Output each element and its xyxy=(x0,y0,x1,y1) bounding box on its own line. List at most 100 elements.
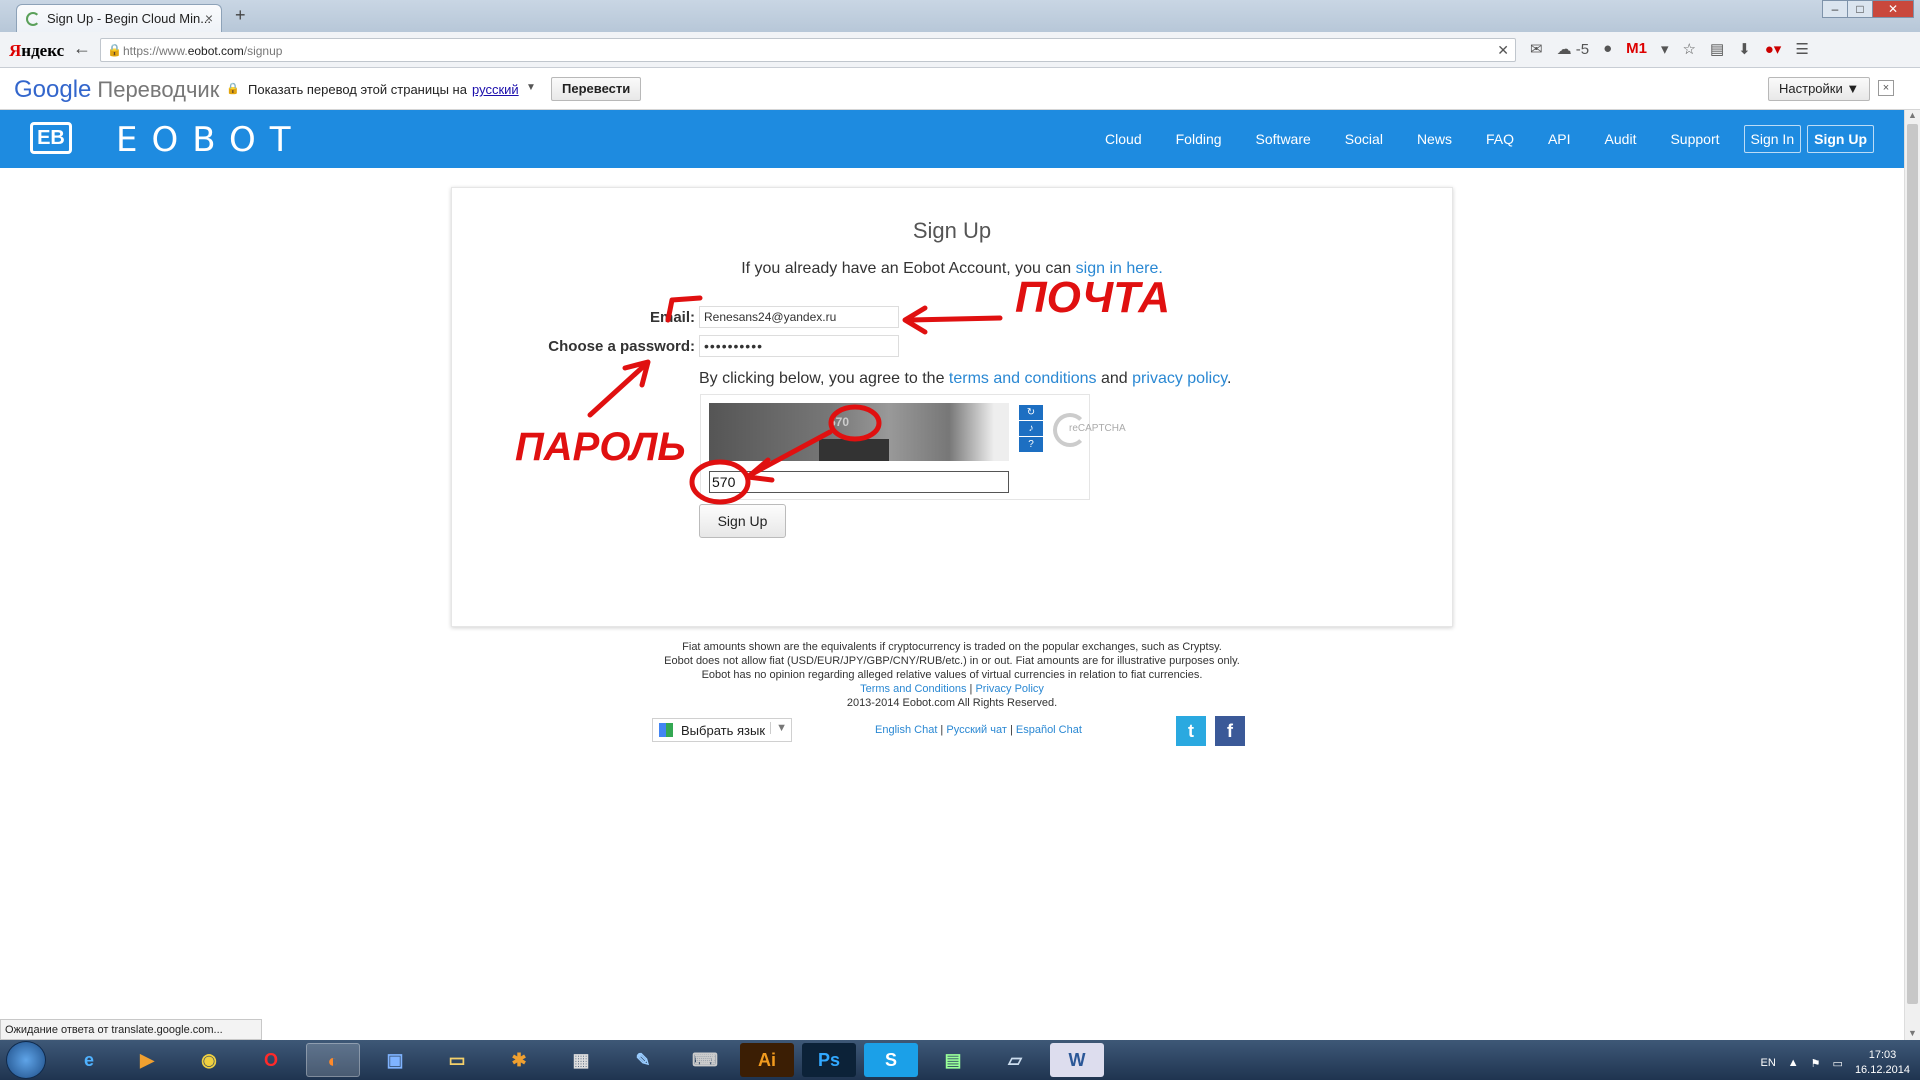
nav-links: Cloud Folding Software Social News FAQ A… xyxy=(1071,125,1874,153)
eobot-logo-text[interactable]: EOBOT xyxy=(116,120,305,160)
nav-support[interactable]: Support xyxy=(1670,131,1719,147)
tool-icon[interactable]: ✱ xyxy=(492,1043,546,1077)
help-icon[interactable]: ? xyxy=(1019,437,1043,452)
minimize-button[interactable]: – xyxy=(1822,0,1848,18)
password-field[interactable] xyxy=(699,335,899,357)
privacy-link[interactable]: privacy policy xyxy=(1132,370,1227,387)
twitter-icon[interactable]: t xyxy=(1176,716,1206,746)
flag-icon[interactable]: ⚑ xyxy=(1811,1057,1821,1070)
spanish-chat-link[interactable]: Español Chat xyxy=(1016,724,1082,736)
nav-sign-in[interactable]: Sign In xyxy=(1743,125,1802,153)
signin-link[interactable]: sign in here. xyxy=(1076,260,1163,277)
notes-icon[interactable]: ▱ xyxy=(988,1043,1042,1077)
yandex-logo-black: ндекс xyxy=(21,41,65,60)
vertical-scrollbar[interactable]: ▲ ▼ xyxy=(1904,110,1920,1040)
english-chat-link[interactable]: English Chat xyxy=(875,724,937,736)
translate-button[interactable]: Перевести xyxy=(551,77,642,101)
language-indicator[interactable]: EN xyxy=(1760,1057,1775,1069)
photoshop-icon[interactable]: Ps xyxy=(802,1043,856,1077)
start-button[interactable] xyxy=(6,1041,46,1079)
russian-chat-link[interactable]: Русский чат xyxy=(946,724,1007,736)
weather-value: -5 xyxy=(1575,41,1590,58)
clock[interactable]: 17:03 16.12.2014 xyxy=(1855,1048,1910,1078)
folder-icon[interactable]: ▭ xyxy=(430,1043,484,1077)
back-button[interactable]: ← xyxy=(70,38,94,62)
clear-url-icon[interactable]: ✕ xyxy=(1497,42,1509,59)
maximize-button[interactable]: □ xyxy=(1847,0,1873,18)
skype-icon[interactable]: S xyxy=(864,1043,918,1077)
download-icon[interactable]: ⬇ xyxy=(1738,40,1751,58)
dropdown-icon[interactable]: ▾ xyxy=(1661,40,1669,58)
footer-line-1: Fiat amounts shown are the equivalents i… xyxy=(682,641,1222,653)
tab-title: Sign Up - Begin Cloud Min... xyxy=(47,11,212,26)
browser-tab[interactable]: Sign Up - Begin Cloud Min... × xyxy=(16,4,222,32)
window-close-button[interactable]: ✕ xyxy=(1872,0,1914,18)
calculator-icon[interactable]: ▦ xyxy=(554,1043,608,1077)
scroll-down-icon[interactable]: ▼ xyxy=(1908,1028,1917,1038)
clipboard-icon[interactable]: ▤ xyxy=(1710,40,1724,58)
nav-cloud[interactable]: Cloud xyxy=(1105,131,1142,147)
agree-text: By clicking below, you agree to the xyxy=(699,370,949,387)
network-tray-icon[interactable]: ▭ xyxy=(1833,1057,1843,1070)
footer-line-2: Eobot does not allow fiat (USD/EUR/JPY/G… xyxy=(664,655,1240,667)
nav-news[interactable]: News xyxy=(1417,131,1452,147)
footer-text: Fiat amounts shown are the equivalents i… xyxy=(452,640,1452,710)
footer-links: Terms and Conditions | Privacy Policy xyxy=(452,682,1452,696)
nav-faq[interactable]: FAQ xyxy=(1486,131,1514,147)
footer-terms-link[interactable]: Terms and Conditions xyxy=(860,683,966,695)
browser-tab-bar: Sign Up - Begin Cloud Min... × + – □ ✕ xyxy=(0,0,1920,32)
new-tab-button[interactable]: + xyxy=(235,5,246,26)
translate-close-icon[interactable]: × xyxy=(1878,80,1894,96)
gmail-icon[interactable]: M1 xyxy=(1626,40,1647,58)
tray-expand-icon[interactable]: ▲ xyxy=(1788,1057,1799,1069)
bookmark-star-icon[interactable]: ☆ xyxy=(1683,40,1696,58)
nav-social[interactable]: Social xyxy=(1345,131,1383,147)
mail-icon[interactable]: ✉ xyxy=(1530,40,1543,58)
yandex-logo[interactable]: Яндекс xyxy=(9,41,64,61)
nav-api[interactable]: API xyxy=(1548,131,1571,147)
save-icon[interactable]: ▣ xyxy=(368,1043,422,1077)
ie-icon[interactable]: e xyxy=(62,1043,116,1077)
chevron-down-icon[interactable]: ▼ xyxy=(526,82,536,93)
url-input[interactable]: 🔒 https://www.eobot.com/signup ✕ xyxy=(100,38,1516,62)
illustrator-icon[interactable]: Ai xyxy=(740,1043,794,1077)
chat-links: English Chat | Русский чат | Español Cha… xyxy=(875,724,1082,736)
word-icon[interactable]: W xyxy=(1050,1043,1104,1077)
recaptcha-logo: reCAPTCHA xyxy=(1053,411,1126,447)
nav-software[interactable]: Software xyxy=(1256,131,1311,147)
translate-prompt: Показать перевод этой страницы на xyxy=(248,82,467,97)
footer-privacy-link[interactable]: Privacy Policy xyxy=(975,683,1043,695)
weather-icon[interactable]: ☁ -5 xyxy=(1557,40,1590,58)
nav-sign-up[interactable]: Sign Up xyxy=(1807,125,1874,153)
audio-icon[interactable]: ♪ xyxy=(1019,421,1043,436)
traffic-icon[interactable]: ● xyxy=(1603,40,1612,58)
refresh-icon[interactable]: ↻ xyxy=(1019,405,1043,420)
facebook-icon[interactable]: f xyxy=(1215,716,1245,746)
browser-toolbar: ✉ ☁ -5 ● M1 ▾ ☆ ▤ ⬇ ●▾ ☰ xyxy=(1530,40,1809,58)
firefox-icon[interactable]: ◐ xyxy=(306,1043,360,1077)
language-select[interactable]: Выбрать язык ▼ xyxy=(652,718,792,742)
and-text: and xyxy=(1096,370,1133,387)
language-select-label: Выбрать язык xyxy=(681,723,766,738)
paint-icon[interactable]: ✎ xyxy=(616,1043,670,1077)
chrome-icon[interactable]: ◉ xyxy=(182,1043,236,1077)
signup-card: Sign Up If you already have an Eobot Acc… xyxy=(451,187,1453,627)
opera-icon[interactable]: O xyxy=(244,1043,298,1077)
eobot-logo-mark[interactable]: EB xyxy=(30,122,72,154)
nav-audit[interactable]: Audit xyxy=(1605,131,1637,147)
grid-app-icon[interactable]: ▤ xyxy=(926,1043,980,1077)
network-icon[interactable]: ⌨ xyxy=(678,1043,732,1077)
translate-settings-button[interactable]: Настройки ▼ xyxy=(1768,77,1871,101)
captcha-input[interactable] xyxy=(709,471,1009,493)
scroll-up-icon[interactable]: ▲ xyxy=(1908,110,1917,120)
scrollbar-thumb[interactable] xyxy=(1907,124,1918,1004)
abp-icon[interactable]: ●▾ xyxy=(1765,40,1782,58)
sign-up-button[interactable]: Sign Up xyxy=(699,504,786,538)
media-icon[interactable]: ▶ xyxy=(120,1043,174,1077)
menu-icon[interactable]: ☰ xyxy=(1795,40,1808,58)
translate-language-link[interactable]: русский xyxy=(472,82,519,97)
terms-link[interactable]: terms and conditions xyxy=(949,370,1097,387)
tab-close-icon[interactable]: × xyxy=(205,10,213,26)
nav-folding[interactable]: Folding xyxy=(1176,131,1222,147)
email-field[interactable] xyxy=(699,306,899,328)
